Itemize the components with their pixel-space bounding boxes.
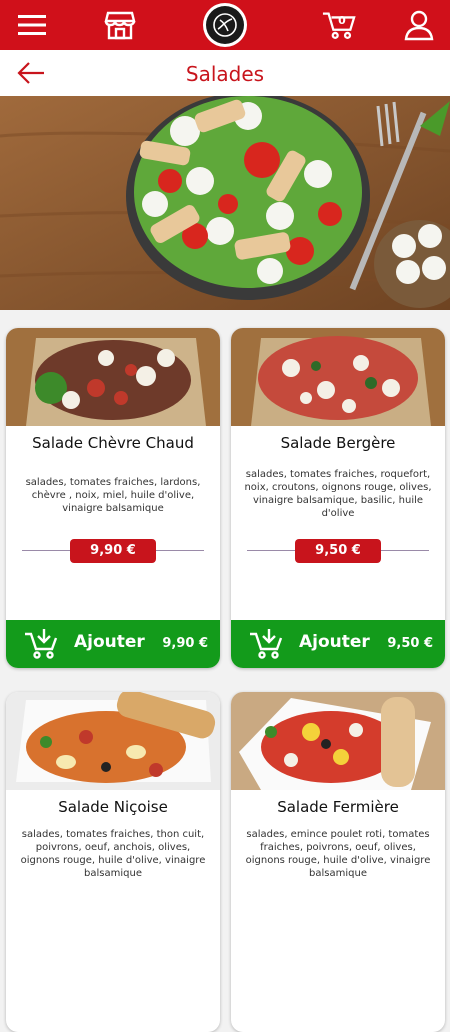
add-button-price: 9,50 €	[387, 636, 433, 651]
logo[interactable]	[203, 3, 247, 47]
page-title: Salades	[185, 62, 265, 86]
product-image	[6, 692, 220, 790]
price-badge: 9,50 €	[295, 539, 381, 563]
product-card[interactable]: Salade Bergère salades, tomates fraiches…	[231, 328, 445, 668]
product-description: salades, emince poulet roti, tomates fra…	[245, 829, 431, 879]
product-name: Salade Niçoise	[58, 798, 168, 816]
add-cart-icon	[250, 629, 283, 659]
product-image	[6, 328, 220, 426]
hero-image	[0, 96, 450, 310]
product-card[interactable]: Salade Niçoise salades, tomates fraiches…	[6, 692, 220, 1032]
product-image	[231, 692, 445, 790]
add-to-cart-button[interactable]: Ajouter 9,90 €	[6, 620, 220, 668]
add-button-label: Ajouter	[299, 632, 370, 652]
add-to-cart-button[interactable]: Ajouter 9,50 €	[231, 620, 445, 668]
product-image	[231, 328, 445, 426]
product-card[interactable]: Salade Fermière salades, emince poulet r…	[231, 692, 445, 1032]
add-button-price: 9,90 €	[162, 636, 208, 651]
product-description: salades, tomates fraiches, thon cuit, po…	[20, 829, 206, 879]
title-bar: Salades	[0, 50, 450, 96]
product-description: salades, tomates fraiches, roquefort, no…	[244, 469, 432, 519]
menu-icon[interactable]	[15, 8, 49, 42]
add-button-label: Ajouter	[74, 632, 145, 652]
product-name: Salade Fermière	[277, 798, 399, 816]
price-badge: 9,90 €	[70, 539, 156, 563]
cart-count-badge: 0	[338, 14, 346, 27]
product-name: Salade Chèvre Chaud	[32, 434, 194, 452]
back-arrow-icon[interactable]	[16, 60, 50, 86]
product-description: salades, tomates fraiches, lardons, chèv…	[25, 477, 201, 514]
user-icon[interactable]	[402, 8, 436, 42]
top-bar: 0	[0, 0, 450, 50]
add-cart-icon	[25, 629, 58, 659]
product-card[interactable]: Salade Chèvre Chaud salades, tomates fra…	[6, 328, 220, 668]
product-name: Salade Bergère	[280, 434, 396, 452]
store-icon[interactable]	[103, 8, 137, 42]
